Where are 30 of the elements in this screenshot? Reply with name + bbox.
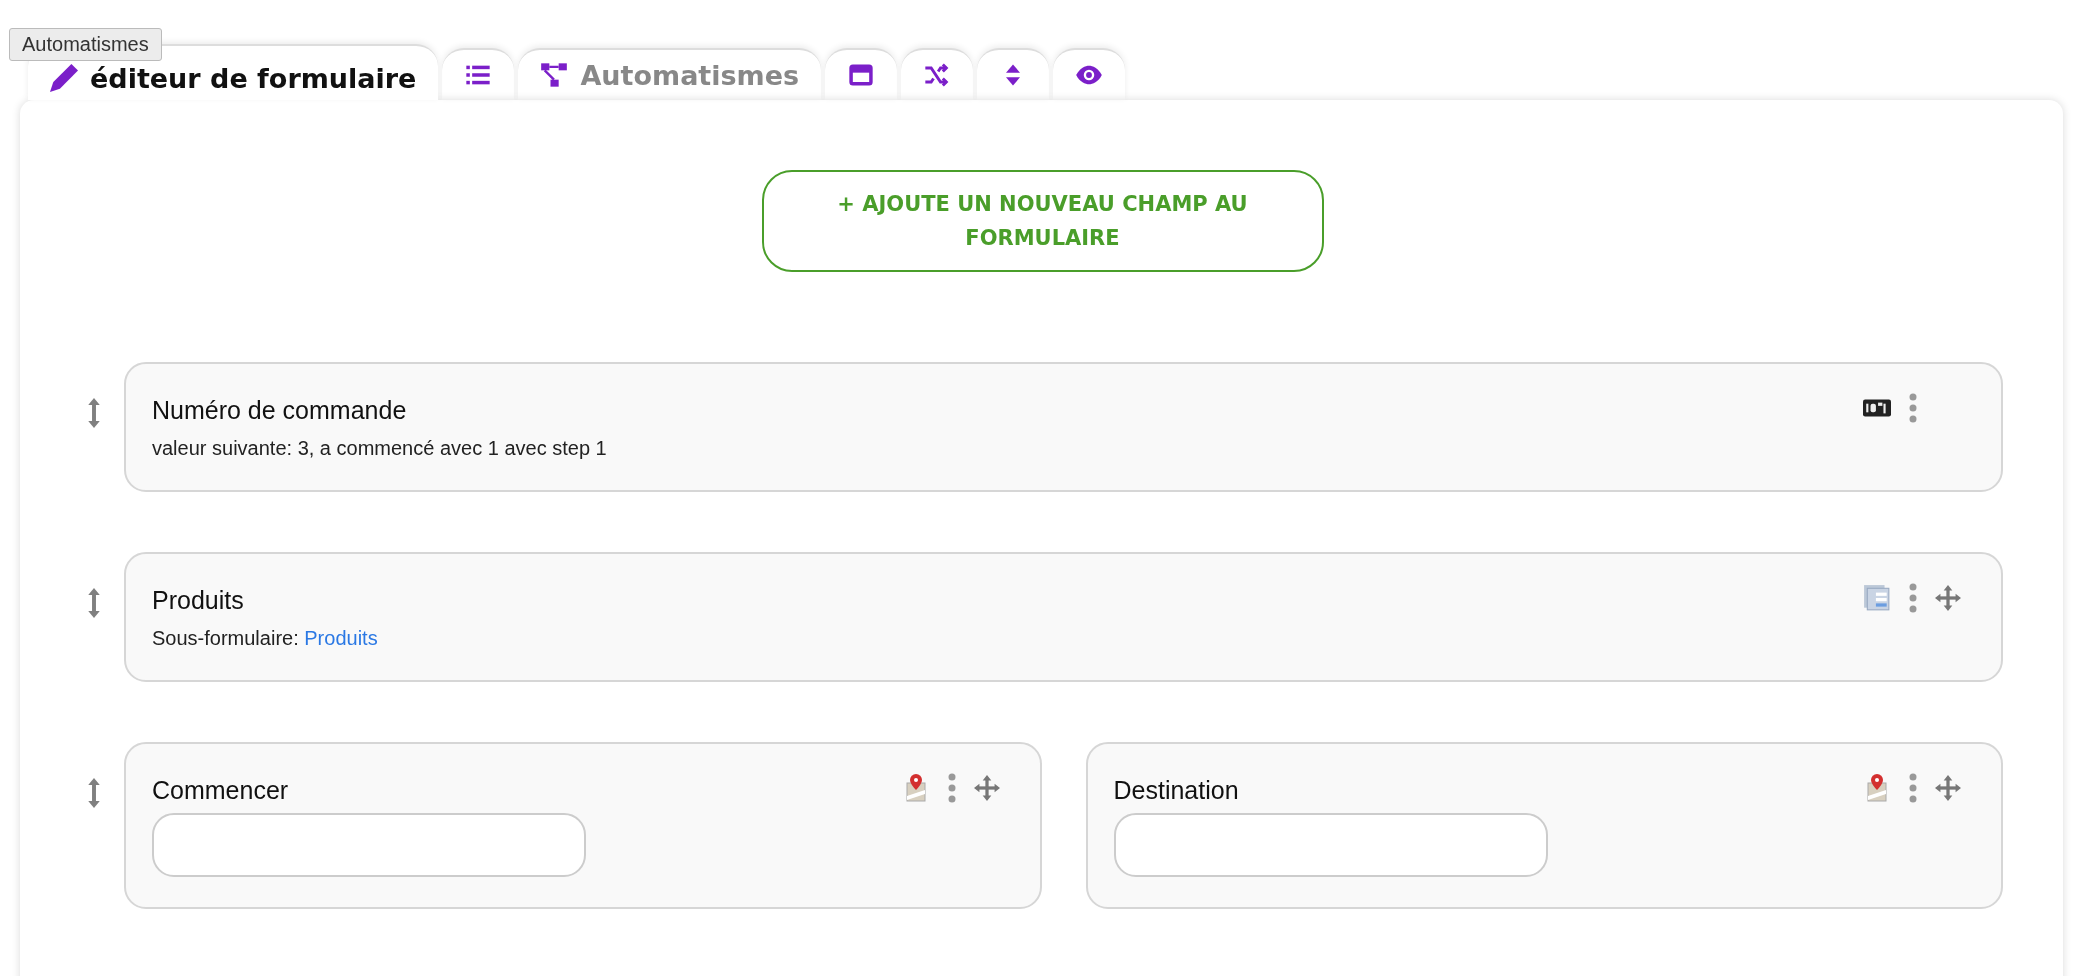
flowchart-icon [540,61,569,89]
field-description: valeur suivante: 3, a commencé avec 1 avec step 1 [152,437,608,460]
pencil-icon [50,64,78,92]
more-icon[interactable] [947,772,956,804]
input-field[interactable] [152,813,586,877]
move-icon[interactable] [1935,775,1961,801]
input-field[interactable] [1113,813,1548,877]
field-description: Sous-formulaire: Produits [152,627,379,650]
subform-link[interactable]: Produits [304,627,378,649]
drag-handle-icon[interactable] [87,778,101,808]
field-title: Commencer [152,776,289,805]
field-title: Numéro de commande [152,396,407,425]
field-title: Destination [1113,776,1239,805]
drag-handle-icon[interactable] [87,588,101,618]
tab[interactable] [901,48,974,100]
tooltip: Automatismes [9,28,162,61]
tab[interactable] [977,48,1050,100]
move-icon[interactable] [1935,585,1961,611]
more-icon[interactable] [1909,582,1917,614]
more-icon[interactable] [1909,392,1917,424]
tab[interactable]: Automatismes [518,48,822,100]
tab[interactable] [442,48,515,100]
move-icon[interactable] [973,775,1000,801]
tab[interactable] [1053,48,1126,100]
field-title: Produits [152,586,244,615]
drag-handle-icon[interactable] [87,398,101,428]
form-icon [1863,584,1891,612]
more-icon[interactable] [1909,772,1917,804]
add-field-button[interactable]: + AJOUTE UN NOUVEAU CHAMP AU FORMULAIRE [761,170,1324,272]
tab[interactable] [825,48,898,100]
